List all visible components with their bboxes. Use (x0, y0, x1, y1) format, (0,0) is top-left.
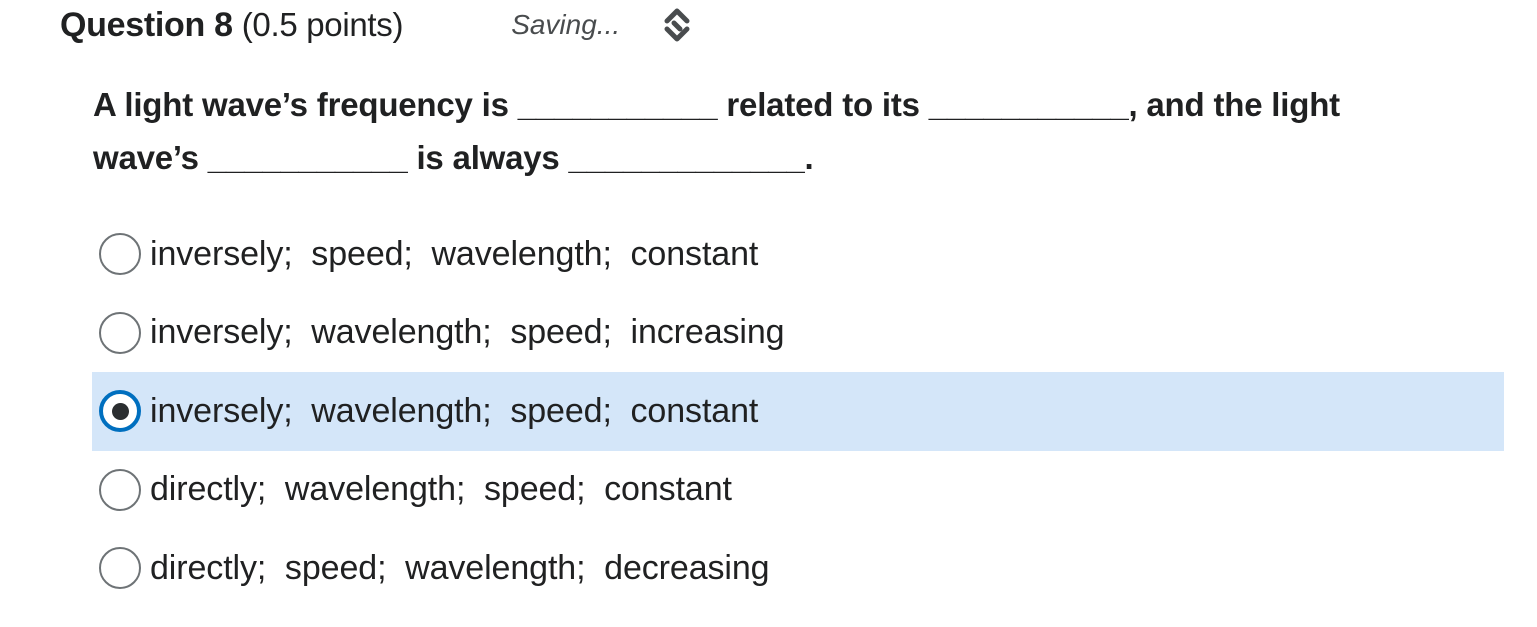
answer-options: inversely; speed; wavelength; constant i… (92, 215, 1504, 608)
answer-option[interactable]: directly; wavelength; speed; constant (92, 451, 1504, 530)
question-text-line-1: A light wave’s frequency is ___________ … (93, 86, 1340, 123)
question-text-line-2: wave’s ___________ is always ___________… (93, 139, 814, 176)
radio-button[interactable] (99, 468, 141, 511)
answer-option-label[interactable]: directly; wavelength; speed; constant (150, 470, 732, 509)
answer-option[interactable]: directly; speed; wavelength; decreasing (92, 529, 1504, 608)
answer-option-label[interactable]: inversely; wavelength; speed; constant (150, 392, 758, 431)
answer-option-label[interactable]: inversely; speed; wavelength; constant (150, 235, 758, 274)
answer-option-label[interactable]: directly; speed; wavelength; decreasing (150, 549, 770, 588)
radio-dot (111, 402, 129, 420)
saving-status: Saving... (511, 9, 621, 40)
answer-option[interactable]: inversely; speed; wavelength; constant (92, 215, 1504, 294)
question-header: Question 8 (0.5 points) Saving... (60, 0, 692, 50)
radio-button[interactable] (99, 311, 141, 354)
question-points: (0.5 points) (241, 6, 404, 43)
radio-button[interactable] (99, 233, 141, 276)
answer-option-label[interactable]: inversely; wavelength; speed; increasing (150, 313, 785, 352)
question-text: A light wave’s frequency is ___________ … (93, 78, 1493, 184)
radio-button[interactable] (99, 547, 141, 590)
radio-button[interactable] (99, 390, 141, 433)
question-title: Question 8 (60, 5, 233, 44)
sync-icon (662, 7, 692, 43)
answer-option[interactable]: inversely; wavelength; speed; constant (92, 372, 1504, 451)
answer-option[interactable]: inversely; wavelength; speed; increasing (92, 294, 1504, 373)
